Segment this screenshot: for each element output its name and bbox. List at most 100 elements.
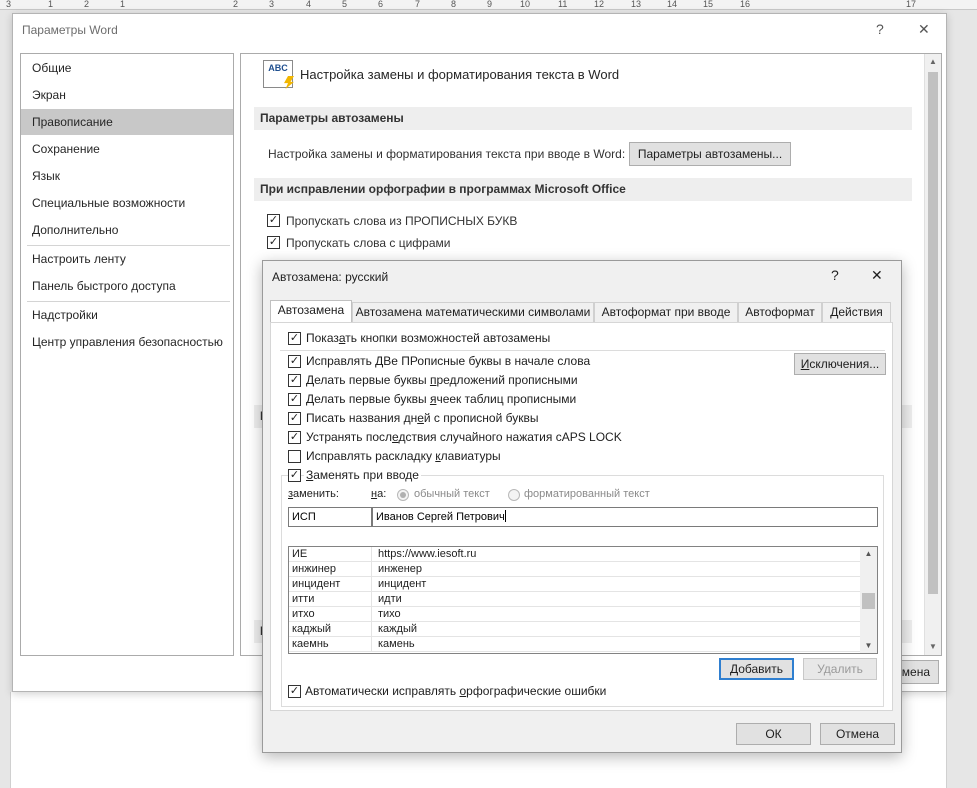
option-capitalize-days-label: Писать названия дней с прописной буквы [306,411,539,425]
abc-autocorrect-icon: ABC [263,60,294,89]
nav-item-save[interactable]: Сохранение [21,136,233,162]
panel-header: Настройка замены и форматирования текста… [300,67,620,82]
list-row[interactable]: каемнь камень [289,637,861,652]
formatted-text-label: форматированный текст [524,488,650,500]
auto-spelling-label: Автоматически исправлять орфографические… [305,684,607,698]
ruler-number: 2 [84,0,90,9]
ruler-number: 6 [378,0,384,9]
ruler-number: 14 [667,0,678,9]
list-row[interactable]: инцидент инцидент [289,577,861,592]
entry-replace-cell: каемнь [292,637,372,652]
scroll-up-arrow-icon[interactable]: ▲ [860,547,877,561]
ruler-number: 2 [233,0,239,9]
autocorrect-entries-list[interactable]: каемнь камень каджый каждый итхо тихо итти идти… [288,546,878,654]
ruler-number: 15 [703,0,714,9]
replace-label: заменить: [288,488,339,500]
option-checkbox[interactable]: ✓ [288,431,301,444]
autocorrect-options-button[interactable]: Параметры автозамены... [629,142,791,166]
nav-item-language[interactable]: Язык [21,163,233,189]
ruler-number: 4 [306,0,312,9]
option-keyboard-layout-label: Исправлять раскладку клавиатуры [306,449,501,463]
cancel-button[interactable]: Отмена [820,723,895,745]
entry-replace-cell: инжинер [292,562,372,577]
entry-replace-cell: инцидент [292,577,372,592]
scroll-up-arrow-icon[interactable]: ▲ [925,54,941,70]
options-scrollbar[interactable]: ▲ ▼ [924,54,941,655]
tab-math-autocorrect[interactable]: Автозамена математическими символами [352,302,594,322]
help-button[interactable]: ? [876,21,884,37]
list-row[interactable]: ИЕ https://www.iesoft.ru [289,547,861,562]
ruler-number: 13 [631,0,642,9]
section-autocorrect-options: Параметры автозамены [254,107,912,130]
option-checkbox-unchecked[interactable] [288,450,301,463]
nav-item-addins[interactable]: Надстройки [21,302,233,328]
ruler-number: 10 [520,0,531,9]
ruler-number: 17 [906,0,917,9]
autocorrect-dialog: Автозамена: русский ? ✕ Автозамена Автоз… [262,260,902,753]
separator [280,350,885,351]
list-row[interactable]: итти идти [289,592,861,607]
entry-with-cell: инцидент [378,578,427,590]
close-button[interactable]: ✕ [871,267,883,284]
entry-with-cell: каждый [378,623,417,635]
scrollbar-thumb[interactable] [928,72,938,594]
option-checkbox[interactable]: ✓ [288,412,301,425]
option-checkbox[interactable]: ✓ [288,393,301,406]
plain-text-radio[interactable] [397,489,409,501]
show-buttons-label: Показать кнопки возможностей автозамены [306,331,551,345]
nav-item-trust-center[interactable]: Центр управления безопасностью [21,329,233,355]
option-checkbox[interactable]: ✓ [288,374,301,387]
list-row[interactable]: итхо тихо [289,607,861,622]
options-navigation: Общие Экран Правописание Сохранение Язык… [20,53,234,656]
ruler-number: 16 [740,0,751,9]
help-button[interactable]: ? [831,267,839,283]
nav-item-customize-ribbon[interactable]: Настроить ленту [21,246,233,272]
tab-actions[interactable]: Действия [822,302,891,322]
nav-item-proofing[interactable]: Правописание [21,109,233,135]
entry-replace-cell: ИЕ [292,547,372,562]
tab-autoformat-as-you-type[interactable]: Автоформат при вводе [594,302,738,322]
replace-input[interactable]: ИСП [288,507,372,527]
list-row[interactable]: каджый каждый [289,622,861,637]
entry-replace-cell: каджый [292,622,372,637]
tab-autoformat[interactable]: Автоформат [738,302,822,322]
horizontal-ruler: 3 1 2 1 2 3 4 5 6 7 8 9 10 11 12 13 14 15 16 17 [0,0,977,10]
close-button[interactable]: ✕ [918,21,930,38]
tab-autocorrect[interactable]: Автозамена [270,300,352,323]
add-button[interactable]: Добавить [719,658,794,680]
ok-button[interactable]: ОК [736,723,811,745]
nav-item-advanced[interactable]: Дополнительно [21,217,233,243]
entry-with-cell: камень [378,638,415,650]
nav-item-display[interactable]: Экран [21,82,233,108]
section-office-spelling: При исправлении орфографии в программах … [254,178,912,201]
show-buttons-checkbox[interactable]: ✓ [288,332,301,345]
ruler-number: 9 [487,0,493,9]
ignore-uppercase-label: Пропускать слова из ПРОПИСНЫХ БУКВ [286,214,518,228]
ruler-number: 11 [558,0,568,9]
option-capitalize-sentences-label: Делать первые буквы предложений прописны… [306,373,578,387]
ruler-number: 3 [6,0,12,9]
exceptions-button[interactable]: Исключения... [794,353,886,375]
nav-item-accessibility[interactable]: Специальные возможности [21,190,233,216]
ignore-uppercase-checkbox[interactable]: ✓ [267,214,280,227]
with-input[interactable]: Иванов Сергей Петрович [372,507,878,527]
list-row[interactable]: инжинер инженер [289,562,861,577]
auto-spelling-checkbox[interactable]: ✓ [288,685,301,698]
delete-button[interactable]: Удалить [803,658,877,680]
replace-as-you-type-checkbox[interactable]: ✓ [288,469,301,482]
list-scrollbar[interactable]: ▲ ▼ [860,547,877,653]
nav-item-general[interactable]: Общие [21,55,233,81]
entry-replace-cell: итти [292,592,372,607]
nav-item-quick-access[interactable]: Панель быстрого доступа [21,273,233,299]
option-checkbox[interactable]: ✓ [288,355,301,368]
ruler-number: 1 [48,0,54,9]
scroll-down-arrow-icon[interactable]: ▼ [925,639,941,655]
option-two-initial-caps-label: Исправлять ДВе ПРописные буквы в начале … [306,354,591,368]
scrollbar-thumb[interactable] [862,593,875,609]
ruler-number: 8 [451,0,457,9]
formatted-text-radio[interactable] [508,489,520,501]
entry-with-cell: инженер [378,563,423,575]
tab-strip: Автозамена Автозамена математическими си… [268,300,892,323]
scroll-down-arrow-icon[interactable]: ▼ [860,639,877,653]
ignore-numbers-checkbox[interactable]: ✓ [267,236,280,249]
